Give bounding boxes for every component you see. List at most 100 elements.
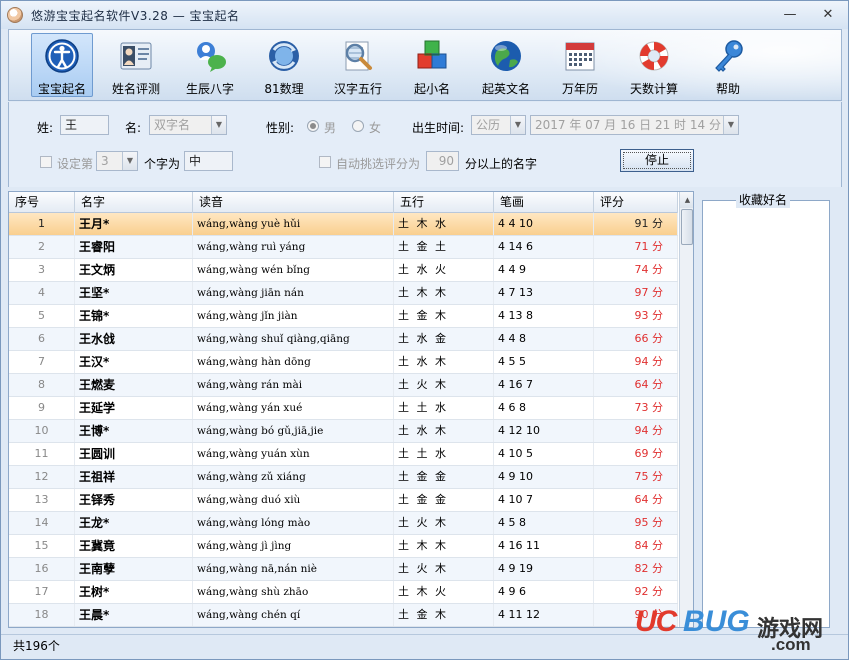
app-logo-icon [7,7,23,23]
sync-globe-icon [266,38,302,74]
table-row[interactable]: 8 王燃麦 wáng,wàng rán mài 土 火 木4 16 7 64 分 [9,374,678,397]
auto-pick-suffix-label: 分以上的名字 [465,157,538,171]
cell-wuxing: 土 土 水 [394,443,494,465]
tool-name-test-button[interactable]: 姓名评测 [105,33,167,97]
cell-wuxing: 土 水 木 [394,420,494,442]
cell-strokes: 4 16 11 [494,535,594,557]
table-row[interactable]: 5 王锦* wáng,wàng jǐn jiàn 土 金 木4 13 8 93 分 [9,305,678,328]
cell-wuxing: 土 金 木 [394,305,494,327]
cell-strokes: 4 10 5 [494,443,594,465]
lifebuoy-icon [636,38,672,74]
birth-datetime-value: 2017 年 07 月 16 日 21 时 14 分 [535,118,721,132]
cell-no: 10 [9,420,75,442]
column-header-score[interactable]: 评分 [594,192,678,213]
favorites-list[interactable] [702,200,830,628]
fix-char-suffix-label: 个字为 [144,157,181,171]
table-body: 1 王月* wáng,wàng yuè hǔi 土 木 水4 4 10 91 分 2 王睿阳… [9,213,678,627]
fix-char-input[interactable]: 中 [184,151,233,171]
cell-pinyin: wáng,wàng yuè hǔi [193,213,394,235]
fix-char-checkbox[interactable] [40,156,52,168]
cell-no: 17 [9,581,75,603]
cell-pinyin: wáng,wàng hàn dōng [193,351,394,373]
cell-strokes: 4 10 7 [494,489,594,511]
table-row[interactable]: 15 王冀竟 wáng,wàng jì jìng 土 木 木4 16 11 84 分 [9,535,678,558]
cell-no: 11 [9,443,75,465]
scroll-up-icon[interactable]: ▲ [680,192,693,208]
cell-strokes: 4 5 5 [494,351,594,373]
column-header-name[interactable]: 名字 [75,192,193,213]
cell-no: 15 [9,535,75,557]
surname-label: 姓: [37,121,54,135]
cell-wuxing: 土 木 木 [394,282,494,304]
cell-score: 75 分 [594,466,678,488]
tool-help-button[interactable]: 帮助 [697,33,759,97]
tool-hanzi-wuxing-button[interactable]: 汉字五行 [327,33,389,97]
tool-days-calculator-button[interactable]: 天数计算 [623,33,685,97]
table-row[interactable]: 6 王水戗 wáng,wàng shuǐ qiàng,qiāng 土 水 金4 4 8… [9,328,678,351]
cell-strokes: 4 16 7 [494,374,594,396]
close-button[interactable]: ✕ [816,5,840,23]
table-row[interactable]: 4 王坚* wáng,wàng jiān nán 土 木 木4 7 13 97 分 [9,282,678,305]
birth-datetime-picker[interactable]: 2017 年 07 月 16 日 21 时 14 分 ▼ [530,115,739,135]
cell-pinyin: wáng,wàng zǔ xiáng [193,466,394,488]
tool-label: 生辰八字 [185,82,234,96]
fix-position-select[interactable]: 3 ▼ [96,151,138,171]
gender-label: 性别: [266,121,295,135]
tool-baby-naming-button[interactable]: 宝宝起名 [31,33,93,97]
magnifier-document-icon [340,38,376,74]
table-row[interactable]: 9 王延学 wáng,wàng yán xué 土 土 水4 6 8 73 分 [9,397,678,420]
table-row[interactable]: 7 王汉* wáng,wàng hàn dōng 土 水 木4 5 5 94 分 [9,351,678,374]
table-row[interactable]: 14 王龙* wáng,wàng lóng mào 土 火 木4 5 8 95 分 [9,512,678,535]
cell-pinyin: wáng,wàng duó xiù [193,489,394,511]
name-type-select[interactable]: 双字名 ▼ [149,115,227,135]
table-row[interactable]: 11 王圆训 wáng,wàng yuán xùn 土 土 水4 10 5 69 分 [9,443,678,466]
tool-english-name-button[interactable]: 起英文名 [475,33,537,97]
cell-strokes: 4 4 9 [494,259,594,281]
table-row[interactable]: 18 王晨* wáng,wàng chén qí 土 金 木4 11 12 90 分 [9,604,678,627]
column-header-pinyin[interactable]: 读音 [193,192,394,213]
stop-button[interactable]: 停止 [620,149,694,172]
cell-name: 王锦* [75,305,193,327]
calendar-type-select[interactable]: 公历 ▼ [471,115,526,135]
birth-time-label: 出生时间: [412,121,465,135]
cell-pinyin: wáng,wàng shù zhāo [193,581,394,603]
cell-strokes: 4 9 10 [494,466,594,488]
status-bar: 共196个 [1,634,848,659]
tool-81-numerology-button[interactable]: 81数理 [253,33,315,97]
chevron-down-icon: ▼ [510,116,525,134]
table-row[interactable]: 3 王文炳 wáng,wàng wén bǐng 土 水 火4 4 9 74 分 [9,259,678,282]
tool-nickname-button[interactable]: 起小名 [401,33,463,97]
color-blocks-icon [414,38,450,74]
title-bar: 悠游宝宝起名软件V3.28 — 宝宝起名 — ✕ [1,1,848,29]
tool-calendar-button[interactable]: 万年历 [549,33,611,97]
scrollbar-thumb[interactable] [681,209,693,245]
globe-icon [488,38,524,74]
table-row[interactable]: 12 王祖祥 wáng,wàng zǔ xiáng 土 金 金4 9 10 75 分 [9,466,678,489]
minimize-button[interactable]: — [778,5,802,23]
table-row[interactable]: 10 王博* wáng,wàng bó gǔ,jiā,jie 土 水 木4 12 10… [9,420,678,443]
cell-score: 69 分 [594,443,678,465]
gender-female-radio[interactable] [352,120,364,132]
vertical-scrollbar[interactable]: ▲ [679,192,693,627]
table-row[interactable]: 17 王树* wáng,wàng shù zhāo 土 木 火4 9 6 92 分 [9,581,678,604]
table-row[interactable]: 16 王南孽 wáng,wàng nā,nán niè 土 火 木4 9 19 82 分 [9,558,678,581]
table-row[interactable]: 2 王睿阳 wáng,wàng ruì yáng 土 金 土4 14 6 71 分 [9,236,678,259]
surname-input[interactable]: 王 [60,115,109,135]
tool-bazi-button[interactable]: 生辰八字 [179,33,241,97]
cell-score: 66 分 [594,328,678,350]
cell-pinyin: wáng,wàng bó gǔ,jiā,jie [193,420,394,442]
cell-name: 王水戗 [75,328,193,350]
cell-score: 94 分 [594,351,678,373]
column-header-strokes[interactable]: 笔画 [494,192,594,213]
column-header-no[interactable]: 序号 [9,192,75,213]
column-header-wuxing[interactable]: 五行 [394,192,494,213]
cell-no: 5 [9,305,75,327]
cell-score: 82 分 [594,558,678,580]
cell-strokes: 4 4 8 [494,328,594,350]
table-row[interactable]: 1 王月* wáng,wàng yuè hǔi 土 木 水4 4 10 91 分 [9,213,678,236]
gender-male-radio[interactable] [307,120,319,132]
table-row[interactable]: 13 王铎秀 wáng,wàng duó xiù 土 金 金4 10 7 64 分 [9,489,678,512]
auto-pick-checkbox[interactable] [319,156,331,168]
auto-score-input[interactable]: 90 [426,151,459,171]
cell-score: 84 分 [594,535,678,557]
